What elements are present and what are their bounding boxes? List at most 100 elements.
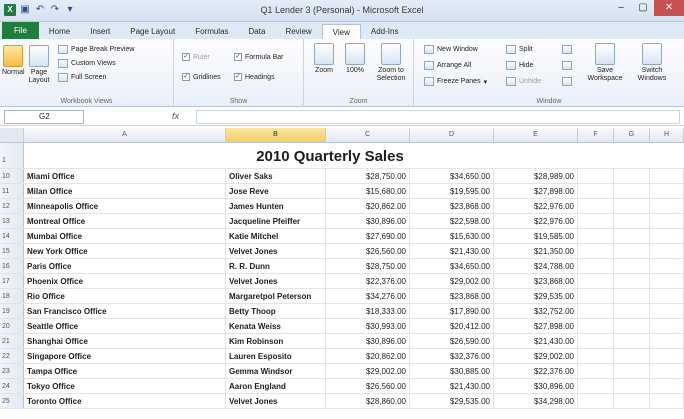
save-workspace-button[interactable]: Save Workspace [586,43,624,83]
row-header[interactable]: 14 [0,229,24,243]
formula-bar-checkbox[interactable]: ✓ Formula Bar [234,53,284,61]
empty-cell-f[interactable] [578,394,614,408]
sales-cell-d[interactable]: $21,430.00 [410,244,494,258]
row-header[interactable]: 23 [0,364,24,378]
sales-cell-e[interactable]: $22,976.00 [494,214,578,228]
zoom-100-button[interactable]: 100% [342,43,368,75]
sales-cell-e[interactable]: $29,002.00 [494,349,578,363]
row-header[interactable]: 13 [0,214,24,228]
empty-cell-h[interactable] [650,229,684,243]
gridlines-checkbox[interactable]: ✓ Gridlines [182,73,221,81]
row-header[interactable]: 25 [0,394,24,408]
empty-cell-f[interactable] [578,364,614,378]
empty-cell-h[interactable] [650,364,684,378]
sales-cell-c[interactable]: $26,560.00 [326,244,410,258]
column-header-a[interactable]: A [24,128,226,143]
ruler-checkbox[interactable]: ✓ Ruler [182,53,210,61]
sales-cell-c[interactable]: $28,750.00 [326,259,410,273]
empty-cell-f[interactable] [578,199,614,213]
empty-cell-g[interactable] [614,334,650,348]
close-icon[interactable]: ✕ [654,0,684,16]
sales-cell-c[interactable]: $22,376.00 [326,274,410,288]
empty-cell-h[interactable] [650,289,684,303]
empty-cell-h[interactable] [650,304,684,318]
office-cell[interactable]: Rio Office [24,289,226,303]
zoom-to-selection-button[interactable]: Zoom to Selection [372,43,410,83]
office-cell[interactable]: Miami Office [24,169,226,183]
empty-cell-h[interactable] [650,259,684,273]
column-header-e[interactable]: E [494,128,578,143]
sales-cell-e[interactable]: $21,430.00 [494,334,578,348]
sales-cell-d[interactable]: $21,430.00 [410,379,494,393]
rep-cell[interactable]: R. R. Dunn [226,259,326,273]
row-header[interactable]: 22 [0,349,24,363]
empty-cell-h[interactable] [650,244,684,258]
column-header-b[interactable]: B [226,128,326,143]
select-all-corner[interactable] [0,128,24,143]
column-header-f[interactable]: F [578,128,614,143]
sheet-title[interactable]: 2010 Quarterly Sales [225,143,435,169]
sales-cell-c[interactable]: $34,276.00 [326,289,410,303]
full-screen-button[interactable]: Full Screen [58,73,106,82]
sales-cell-e[interactable]: $29,535.00 [494,289,578,303]
fx-icon[interactable]: fx [172,111,179,121]
freeze-panes-button[interactable]: Freeze Panes ▾ [424,77,487,86]
rep-cell[interactable]: Velvet Jones [226,394,326,408]
empty-cell-g[interactable] [614,274,650,288]
sales-cell-c[interactable]: $30,993.00 [326,319,410,333]
empty-cell-f[interactable] [578,184,614,198]
sales-cell-d[interactable]: $34,650.00 [410,169,494,183]
empty-cell-g[interactable] [614,289,650,303]
empty-cell-f[interactable] [578,274,614,288]
office-cell[interactable]: Phoenix Office [24,274,226,288]
empty-cell-h[interactable] [650,214,684,228]
office-cell[interactable]: New York Office [24,244,226,258]
sales-cell-c[interactable]: $20,862.00 [326,349,410,363]
row-header[interactable]: 16 [0,259,24,273]
empty-cell-f[interactable] [578,244,614,258]
sales-cell-d[interactable]: $26,590.00 [410,334,494,348]
unhide-button[interactable]: Unhide [506,77,541,86]
empty-cell-g[interactable] [614,184,650,198]
office-cell[interactable]: Mumbai Office [24,229,226,243]
custom-views-button[interactable]: Custom Views [58,59,116,68]
empty-cell-f[interactable] [578,214,614,228]
empty-cell-g[interactable] [614,199,650,213]
empty-cell-g[interactable] [614,364,650,378]
sales-cell-e[interactable]: $34,298.00 [494,394,578,408]
office-cell[interactable]: Minneapolis Office [24,199,226,213]
tab-file[interactable]: File [2,22,39,39]
row-header[interactable]: 1 [0,143,24,168]
empty-cell-h[interactable] [650,274,684,288]
empty-cell-h[interactable] [650,184,684,198]
sales-cell-e[interactable]: $24,788.00 [494,259,578,273]
rep-cell[interactable]: Lauren Esposito [226,349,326,363]
rep-cell[interactable]: Betty Thoop [226,304,326,318]
empty-cell-h[interactable] [650,169,684,183]
empty-cell-g[interactable] [614,349,650,363]
empty-cell-f[interactable] [578,289,614,303]
row-header[interactable]: 15 [0,244,24,258]
sales-cell-d[interactable]: $34,650.00 [410,259,494,273]
empty-cell-g[interactable] [614,229,650,243]
empty-cell-g[interactable] [614,379,650,393]
row-header[interactable]: 19 [0,304,24,318]
empty-cell-g[interactable] [614,244,650,258]
empty-cell-f[interactable] [578,259,614,273]
tab-home[interactable]: Home [39,24,80,39]
sales-cell-c[interactable]: $28,860.00 [326,394,410,408]
sales-cell-e[interactable]: $22,376.00 [494,364,578,378]
synchronous-scrolling-button[interactable] [562,61,572,70]
row-header[interactable]: 11 [0,184,24,198]
reset-window-position-button[interactable] [562,77,572,86]
empty-cell-f[interactable] [578,304,614,318]
switch-windows-button[interactable]: Switch Windows [630,43,674,83]
row-header[interactable]: 12 [0,199,24,213]
sales-cell-e[interactable]: $19,585.00 [494,229,578,243]
office-cell[interactable]: Tokyo Office [24,379,226,393]
headings-checkbox[interactable]: ✓ Headings [234,73,275,81]
minimize-icon[interactable]: – [610,0,632,16]
empty-cell-g[interactable] [614,169,650,183]
office-cell[interactable]: Seattle Office [24,319,226,333]
empty-cell-g[interactable] [614,304,650,318]
